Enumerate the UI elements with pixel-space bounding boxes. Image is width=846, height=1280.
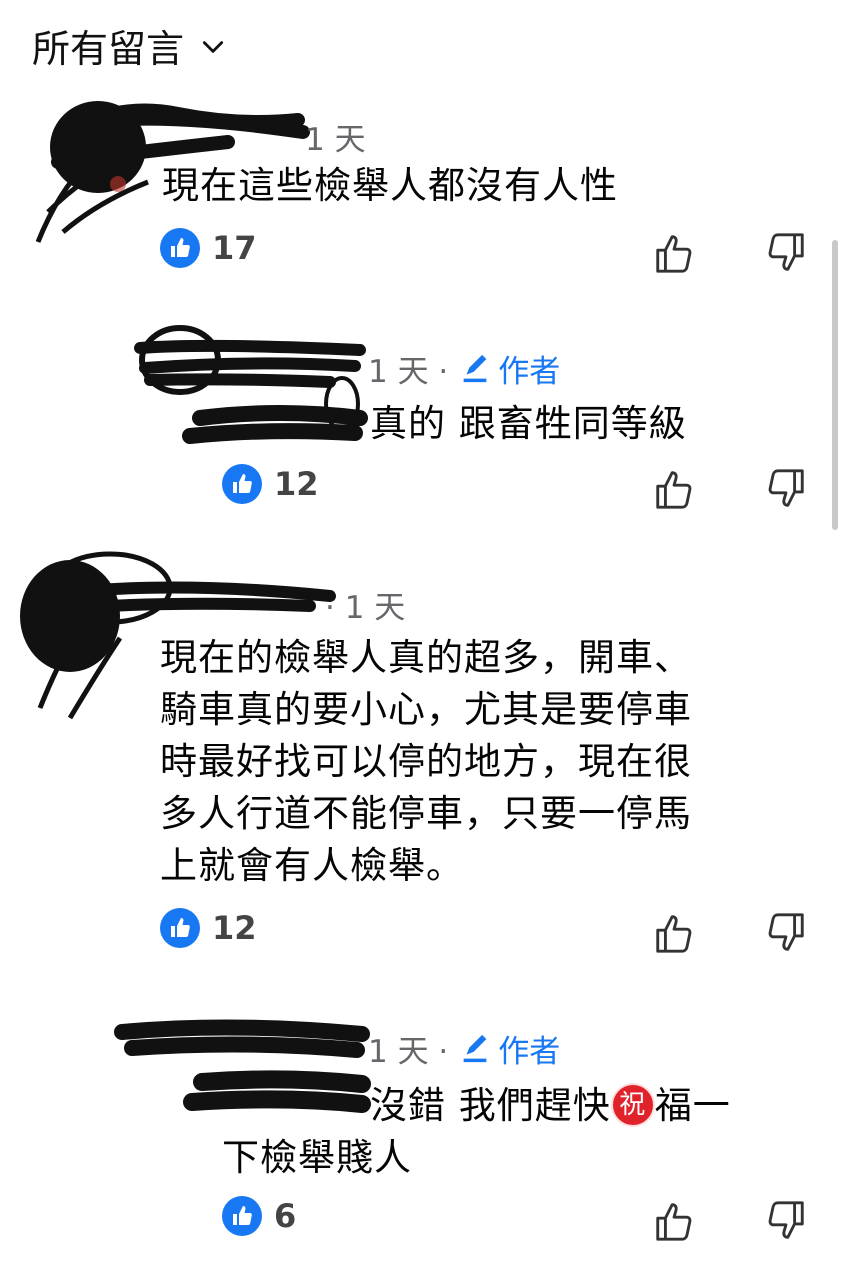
like-button[interactable] bbox=[652, 1198, 698, 1244]
like-badge-icon bbox=[222, 464, 262, 504]
comment-text: 沒錯 我們趕快祝福一 bbox=[370, 1080, 731, 1132]
like-count: 6 bbox=[274, 1197, 297, 1235]
like-summary[interactable]: 12 bbox=[222, 464, 319, 504]
thumbs-down-icon bbox=[768, 233, 804, 271]
comment-meta: 1 天 · 作者 bbox=[368, 346, 560, 391]
comment-text-part: 沒錯 我們趕快 bbox=[370, 1084, 611, 1127]
comment-time: 1 天 · bbox=[368, 1034, 449, 1070]
thumbs-up-icon bbox=[656, 915, 692, 953]
comment-text: 真的 跟畜牲同等級 bbox=[370, 402, 687, 445]
redacted-avatar bbox=[134, 325, 368, 444]
like-badge-icon bbox=[222, 1196, 262, 1236]
comment-text-part: 福一 bbox=[654, 1084, 731, 1127]
like-badge-icon bbox=[160, 228, 200, 268]
like-button[interactable] bbox=[652, 466, 698, 512]
thumbs-up-icon bbox=[656, 235, 692, 273]
dislike-button[interactable] bbox=[762, 910, 808, 956]
author-label: 作者 bbox=[498, 1034, 561, 1070]
comment-time: 1 天 · bbox=[368, 354, 449, 390]
thumbs-down-icon bbox=[768, 469, 804, 507]
pencil-icon bbox=[463, 1034, 487, 1062]
like-count: 12 bbox=[212, 909, 257, 947]
congratulation-emoji-icon: 祝 bbox=[610, 1082, 655, 1127]
like-summary[interactable]: 12 bbox=[160, 908, 257, 948]
scrollbar[interactable] bbox=[832, 240, 838, 530]
comment-time: · 1 天 bbox=[325, 590, 406, 626]
dislike-button[interactable] bbox=[762, 466, 808, 512]
like-button[interactable] bbox=[652, 230, 698, 276]
chevron-down-icon bbox=[202, 41, 224, 53]
comments-filter-label: 所有留言 bbox=[32, 26, 185, 71]
comment-text: 現在的檢舉人真的超多，開車、 騎車真的要小心，尤其是要停車 時最好找可以停的地方… bbox=[160, 636, 692, 887]
like-summary[interactable]: 17 bbox=[160, 228, 257, 268]
author-label: 作者 bbox=[498, 354, 561, 390]
thumbs-down-icon bbox=[768, 913, 804, 951]
pencil-icon bbox=[463, 354, 487, 382]
comment-text: 現在這些檢舉人都沒有人性 bbox=[162, 164, 618, 207]
like-count: 17 bbox=[212, 229, 257, 267]
author-badge: 作者 bbox=[458, 346, 560, 391]
comment-meta: 1 天 · 作者 bbox=[368, 1026, 560, 1071]
thumbs-up-icon bbox=[656, 1203, 692, 1241]
redacted-avatar bbox=[114, 1019, 371, 1113]
comments-filter[interactable]: 所有留言 bbox=[32, 18, 226, 72]
comment-meta: · 1 天 bbox=[325, 582, 405, 627]
thumbs-down-icon bbox=[768, 1201, 804, 1239]
like-summary[interactable]: 6 bbox=[222, 1196, 296, 1236]
like-badge-icon bbox=[160, 908, 200, 948]
like-button[interactable] bbox=[652, 910, 698, 956]
dislike-button[interactable] bbox=[762, 1198, 808, 1244]
comment-text-line: 下檢舉賤人 bbox=[222, 1136, 412, 1179]
thumbs-up-icon bbox=[656, 471, 692, 509]
like-count: 12 bbox=[274, 465, 319, 503]
author-badge: 作者 bbox=[458, 1026, 560, 1071]
dislike-button[interactable] bbox=[762, 230, 808, 276]
comment-time: 1 天 bbox=[305, 122, 366, 158]
comment-meta: 1 天 bbox=[305, 114, 366, 159]
